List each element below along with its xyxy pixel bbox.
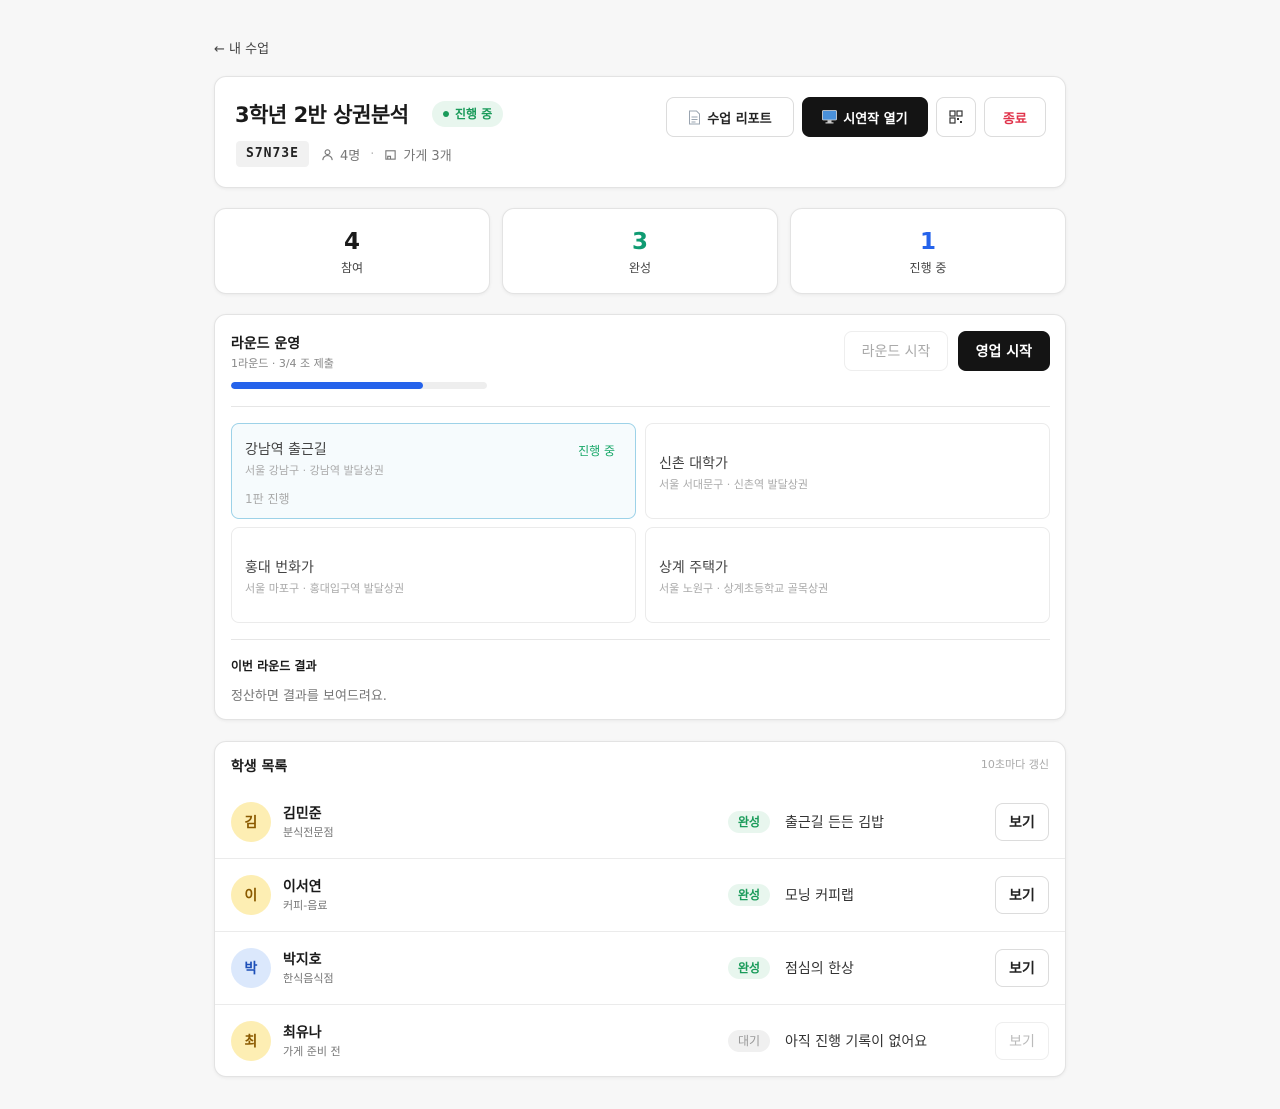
round-subtitle: 1라운드 · 3/4 조 제출 [231,357,334,370]
avatar: 박 [231,948,271,988]
divider [231,639,1050,640]
refresh-note: 10초마다 갱신 [980,758,1049,771]
round-result-text: 정산하면 결과를 보여드려요. [231,689,387,704]
area-location: 서울 노원구 · 상계초등학교 골목상권 [659,582,829,595]
status-badge: 진행 중 [432,101,504,127]
area-status-badge: 진행 중 [578,444,615,458]
area-card-hongdae[interactable]: 홍대 번화가 서울 마포구 · 홍대입구역 발달상권 [231,527,636,623]
meta-separator: · [370,147,375,162]
start-round-button[interactable]: 라운드 시작 [844,331,948,371]
stat-label: 완성 [628,261,652,275]
divider [231,406,1050,407]
end-class-button[interactable]: 종료 [984,97,1046,137]
present-button-label: 시연작 열기 [843,111,908,127]
student-category: 한식음식점 [283,972,334,985]
stat-card-joined: 4 참여 [214,208,490,294]
stat-card-in-progress: 1 진행 중 [790,208,1066,294]
stat-label: 참여 [340,261,364,275]
view-button[interactable]: 보기 [995,876,1049,914]
view-button[interactable]: 보기 [995,949,1049,987]
status-badge-label: 진행 중 [455,107,493,121]
student-status-badge: 대기 [728,1030,771,1052]
document-icon [689,110,701,124]
area-name: 강남역 출근길 [245,442,327,458]
student-row: 박 박지호 한식음식점 완성 점심의 한상 보기 [215,931,1065,1004]
area-location: 서울 마포구 · 홍대입구역 발달상권 [245,582,405,595]
area-location: 서울 강남구 · 강남역 발달상권 [245,464,384,477]
start-sales-button[interactable]: 영업 시작 [958,331,1050,371]
area-location: 서울 서대문구 · 신촌역 발달상권 [659,478,809,491]
area-progress-note: 1판 진행 [245,492,290,506]
area-name: 상계 주택가 [659,560,728,576]
student-list-panel: 학생 목록 10초마다 갱신 김 김민준 분식전문점 완성 출근길 든든 김밥 … [214,741,1066,1077]
students-count: 4명 [340,149,361,164]
round-result-title: 이번 라운드 결과 [231,659,317,673]
area-name: 신촌 대학가 [659,456,728,472]
round-panel: 라운드 운영 1라운드 · 3/4 조 제출 라운드 시작 영업 시작 강남역 … [214,314,1066,720]
student-category: 분식전문점 [283,826,334,839]
avatar: 김 [231,802,271,842]
student-menu-name: 점심의 한상 [785,961,854,977]
monitor-icon [822,110,838,124]
class-header-card: 3학년 2반 상권분석 진행 중 S7N73E 4명 · 가게 3개 수업 리포… [214,76,1066,188]
student-menu-name: 출근길 든든 김밥 [785,815,885,831]
student-row: 김 김민준 분식전문점 완성 출근길 든든 김밥 보기 [215,786,1065,859]
student-menu-name: 아직 진행 기록이 없어요 [785,1034,928,1050]
round-progress-bar [231,382,487,389]
area-card-gangnam[interactable]: 강남역 출근길 서울 강남구 · 강남역 발달상권 진행 중 1판 진행 [231,423,636,519]
view-button[interactable]: 보기 [995,1022,1049,1060]
student-menu-name: 모닝 커피랩 [785,888,854,904]
student-status-badge: 완성 [728,811,771,833]
student-row: 최 최유나 가게 준비 전 대기 아직 진행 기록이 없어요 보기 [215,1004,1065,1077]
student-name: 김민준 [283,806,322,822]
person-icon [322,149,333,161]
student-name: 이서연 [283,879,322,895]
student-status-badge: 완성 [728,884,771,906]
student-name: 최유나 [283,1025,322,1041]
stat-value: 3 [631,229,648,255]
store-icon [385,150,397,160]
avatar: 이 [231,875,271,915]
student-list-title: 학생 목록 [231,759,288,775]
avatar: 최 [231,1021,271,1061]
student-name: 박지호 [283,952,322,968]
area-card-sinchon[interactable]: 신촌 대학가 서울 서대문구 · 신촌역 발달상권 [645,423,1050,519]
back-link[interactable]: ← 내 수업 [214,38,269,57]
stat-value: 1 [919,229,936,255]
student-category: 가게 준비 전 [283,1045,341,1058]
student-category: 커피-음료 [283,899,328,912]
qr-code-icon [949,110,963,124]
live-dot-icon [443,111,449,117]
round-title: 라운드 운영 [231,336,301,352]
stat-card-completed: 3 완성 [502,208,778,294]
class-code: S7N73E [236,141,309,167]
report-button[interactable]: 수업 리포트 [666,97,794,137]
stores-count: 가게 3개 [403,149,452,164]
present-button[interactable]: 시연작 열기 [802,97,928,137]
class-title: 3학년 2반 상권분석 [235,103,409,127]
area-name: 홍대 번화가 [245,560,314,576]
area-card-sanggye[interactable]: 상계 주택가 서울 노원구 · 상계초등학교 골목상권 [645,527,1050,623]
stat-label: 진행 중 [909,261,947,275]
class-meta: 4명 · 가게 3개 [321,145,452,164]
qr-button[interactable] [936,97,976,137]
student-status-badge: 완성 [728,957,771,979]
student-row: 이 이서연 커피-음료 완성 모닝 커피랩 보기 [215,858,1065,931]
view-button[interactable]: 보기 [995,803,1049,841]
report-button-label: 수업 리포트 [707,111,772,127]
stat-value: 4 [343,229,360,255]
round-progress-fill [231,382,423,389]
